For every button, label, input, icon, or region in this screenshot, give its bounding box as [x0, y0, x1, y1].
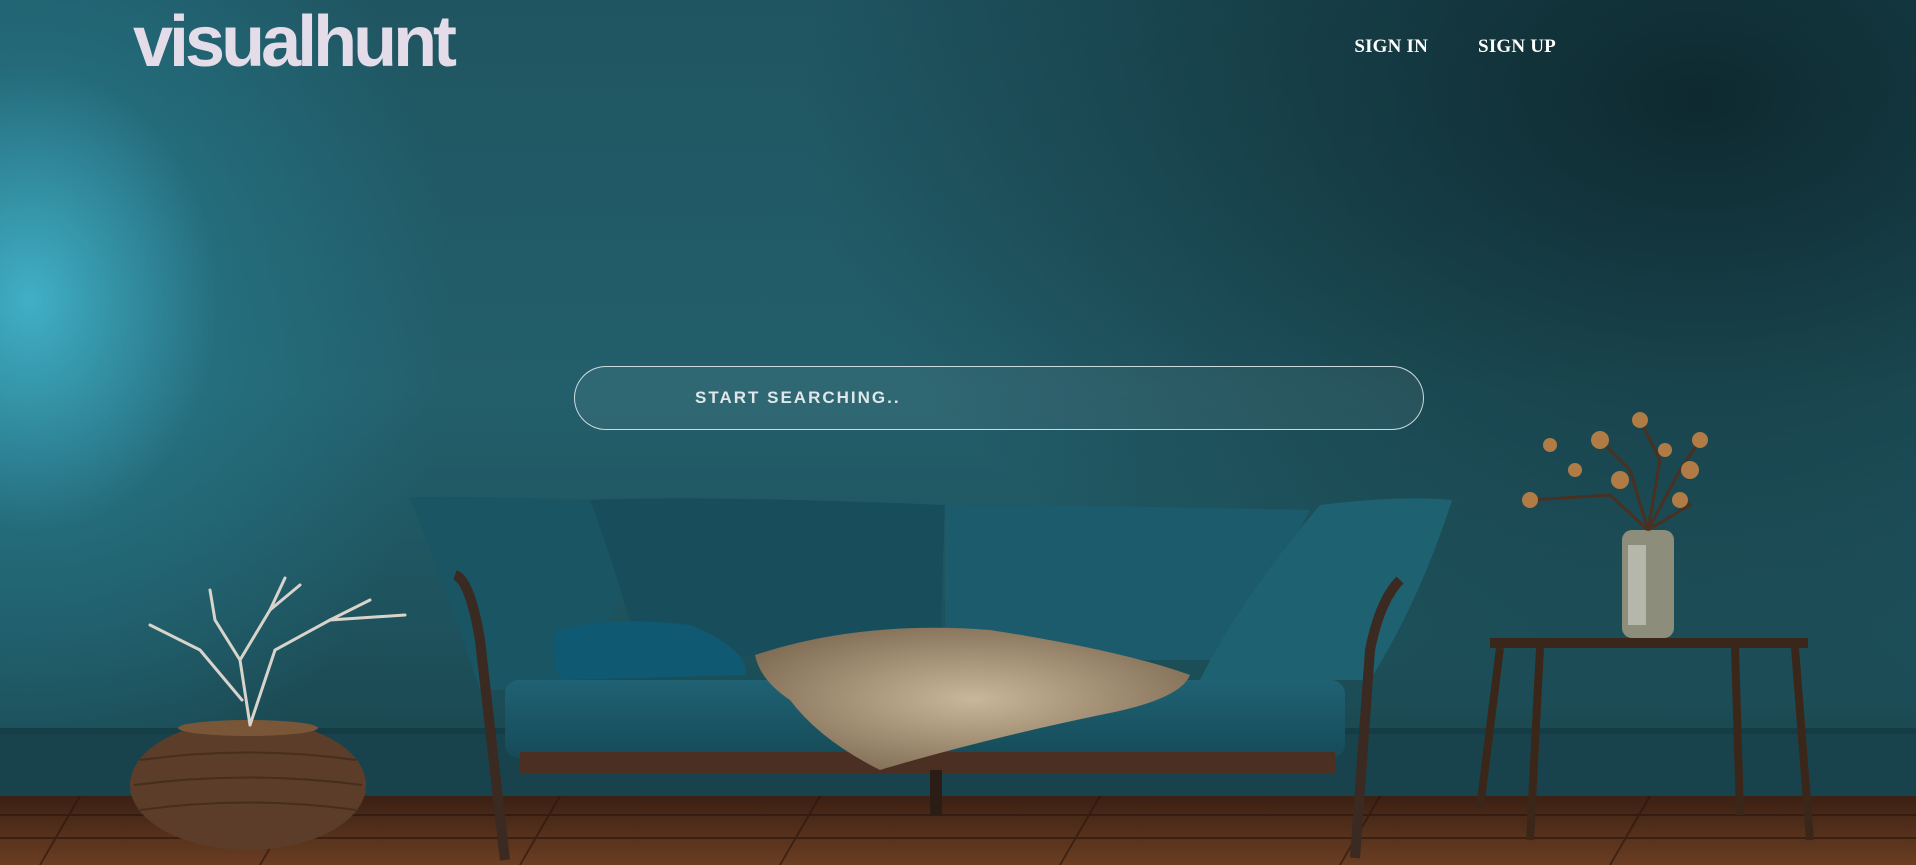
visualhunt-logo[interactable]: visualhunt	[133, 6, 457, 78]
living-room-illustration	[0, 412, 1916, 865]
search-input[interactable]	[695, 367, 1395, 429]
search-bar[interactable]	[574, 366, 1424, 430]
hero-background: visualhunt SIGN IN SIGN UP	[0, 0, 1916, 865]
top-nav: SIGN IN SIGN UP	[1354, 36, 1556, 58]
sign-up-link[interactable]: SIGN UP	[1478, 36, 1556, 58]
sign-in-link[interactable]: SIGN IN	[1354, 36, 1428, 58]
